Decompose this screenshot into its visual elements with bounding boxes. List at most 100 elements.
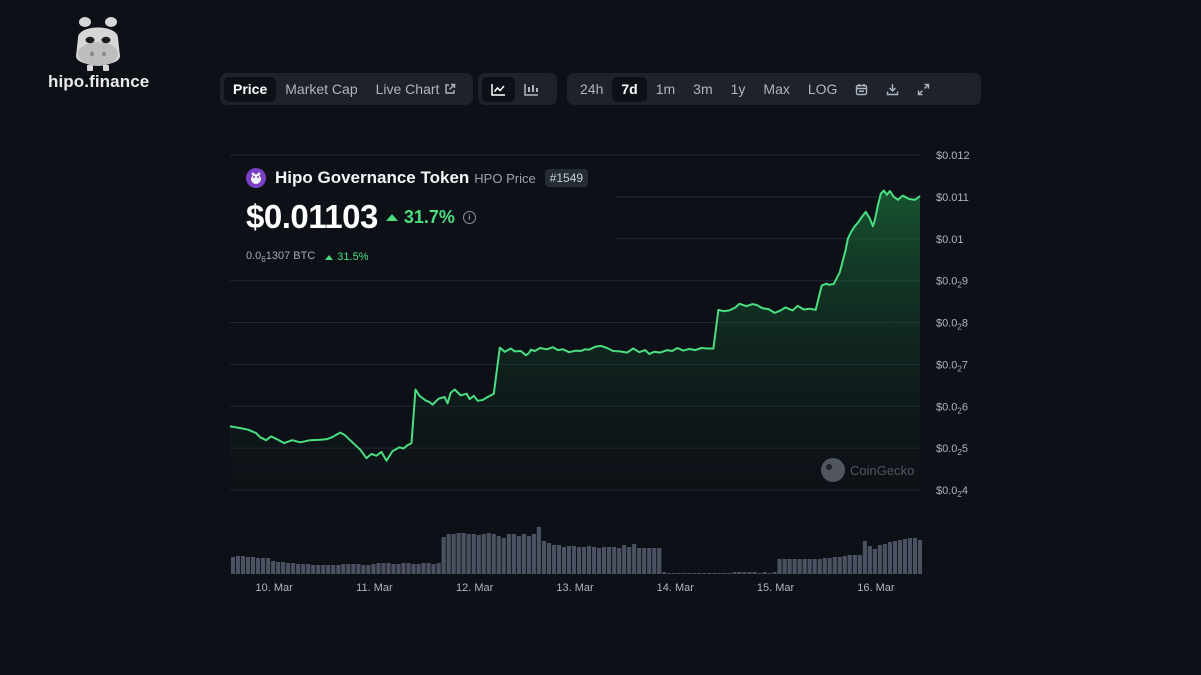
volume-bar [882,544,887,574]
volume-bar [842,556,847,574]
volume-bar [862,541,867,574]
volume-bar [296,564,301,574]
y-tick-label: $0.011 [936,192,969,204]
token-symbol: HPO Price [474,170,536,186]
volume-bar [361,565,366,574]
x-tick-label: 15. Mar [757,582,795,594]
volume-bar [887,542,893,574]
volume-bar [782,559,787,574]
volume-bar [336,565,341,574]
volume-bar [757,573,762,574]
volume-bar [396,564,401,574]
volume-bar [592,547,597,574]
volume-bar [597,548,602,574]
volume-bar [892,541,898,574]
volume-bar [456,533,461,574]
price-chart[interactable]: $0.012 $0.011 $0.01 $0.029 $0.028 $0.027 $0.02… [0,0,1201,675]
volume-bar [446,534,451,574]
y-tick-label: $0.024 [936,485,968,499]
x-tick-label: 12. Mar [456,582,494,594]
coingecko-icon [821,458,845,482]
volume-bar [241,556,246,574]
volume-bar [772,572,777,574]
volume-bar [531,534,536,574]
volume-bar [236,556,241,574]
token-info-panel: Hipo Governance Token HPO Price #1549 $0… [230,158,615,270]
volume-bar [331,565,336,574]
x-tick-label: 16. Mar [857,582,895,594]
volume-bar [536,527,541,574]
y-tick-label: $0.027 [936,359,968,373]
y-tick-label: $0.01 [936,234,964,246]
volume-bar [411,564,416,574]
volume-bar [802,559,807,574]
volume-bar [306,564,311,574]
volume-bar [867,546,872,574]
volume-bar [246,557,251,574]
volume-bar [526,536,531,574]
x-tick-label: 14. Mar [657,582,695,594]
volume-bar [546,543,552,574]
up-arrow-icon [385,213,398,221]
volume-bar [852,555,857,574]
rank-badge: #1549 [544,169,589,187]
volume-bar [697,573,702,574]
volume-bar [386,563,391,574]
volume-bar [316,565,321,574]
volume-bar [732,572,737,574]
volume-bar [877,545,882,574]
volume-bar [637,548,642,574]
volume-bar [812,559,817,574]
volume-bar [301,564,306,574]
token-name: Hipo Governance Token [275,168,470,187]
volume-bar [692,573,697,574]
volume-bar [321,565,326,574]
up-arrow-icon [325,254,334,260]
volume-bar [401,563,406,574]
volume-bar [471,534,476,574]
volume-bar [346,564,351,574]
volume-bar [832,557,837,574]
volume-bar [747,572,752,574]
volume-bar [652,548,657,574]
volume-bar [486,533,491,574]
volume-bar [607,547,612,574]
y-tick-label: $0.012 [936,150,970,162]
volume-bar [602,547,607,574]
btc-change: 31.5% [325,251,368,263]
volume-bar [506,534,511,574]
volume-bar [341,564,346,574]
volume-bar [551,545,557,574]
y-tick-label: $0.028 [936,318,968,332]
volume-bar [566,546,572,574]
y-tick-label: $0.026 [936,401,968,415]
volume-bar [511,534,516,574]
volume-bar [667,573,672,574]
price-change: 31.7% [385,207,455,228]
volume-bar [682,573,687,574]
volume-bar [516,536,521,574]
volume-bar [677,573,682,574]
volume-bar [847,555,852,574]
info-icon[interactable]: i [462,210,476,224]
volume-bar [787,559,792,574]
volume-bar [702,573,707,574]
volume-bar [792,559,797,574]
volume-bar [777,559,782,574]
current-price: $0.01103 [246,198,378,235]
volume-bar [541,541,547,574]
volume-bar [431,564,436,574]
volume-bar [266,558,271,574]
watermark-text: CoinGecko [850,463,914,478]
volume-bar [902,539,908,574]
volume-bar [421,563,426,574]
volume-bar [717,573,722,574]
volume-bar [501,538,506,574]
volume-bar [872,549,877,574]
volume-bar [737,572,742,574]
volume-bar [622,545,627,574]
volume-bar [356,564,361,574]
volume-bar [722,573,727,574]
volume-bar [276,562,281,574]
volume-bar [762,572,767,574]
